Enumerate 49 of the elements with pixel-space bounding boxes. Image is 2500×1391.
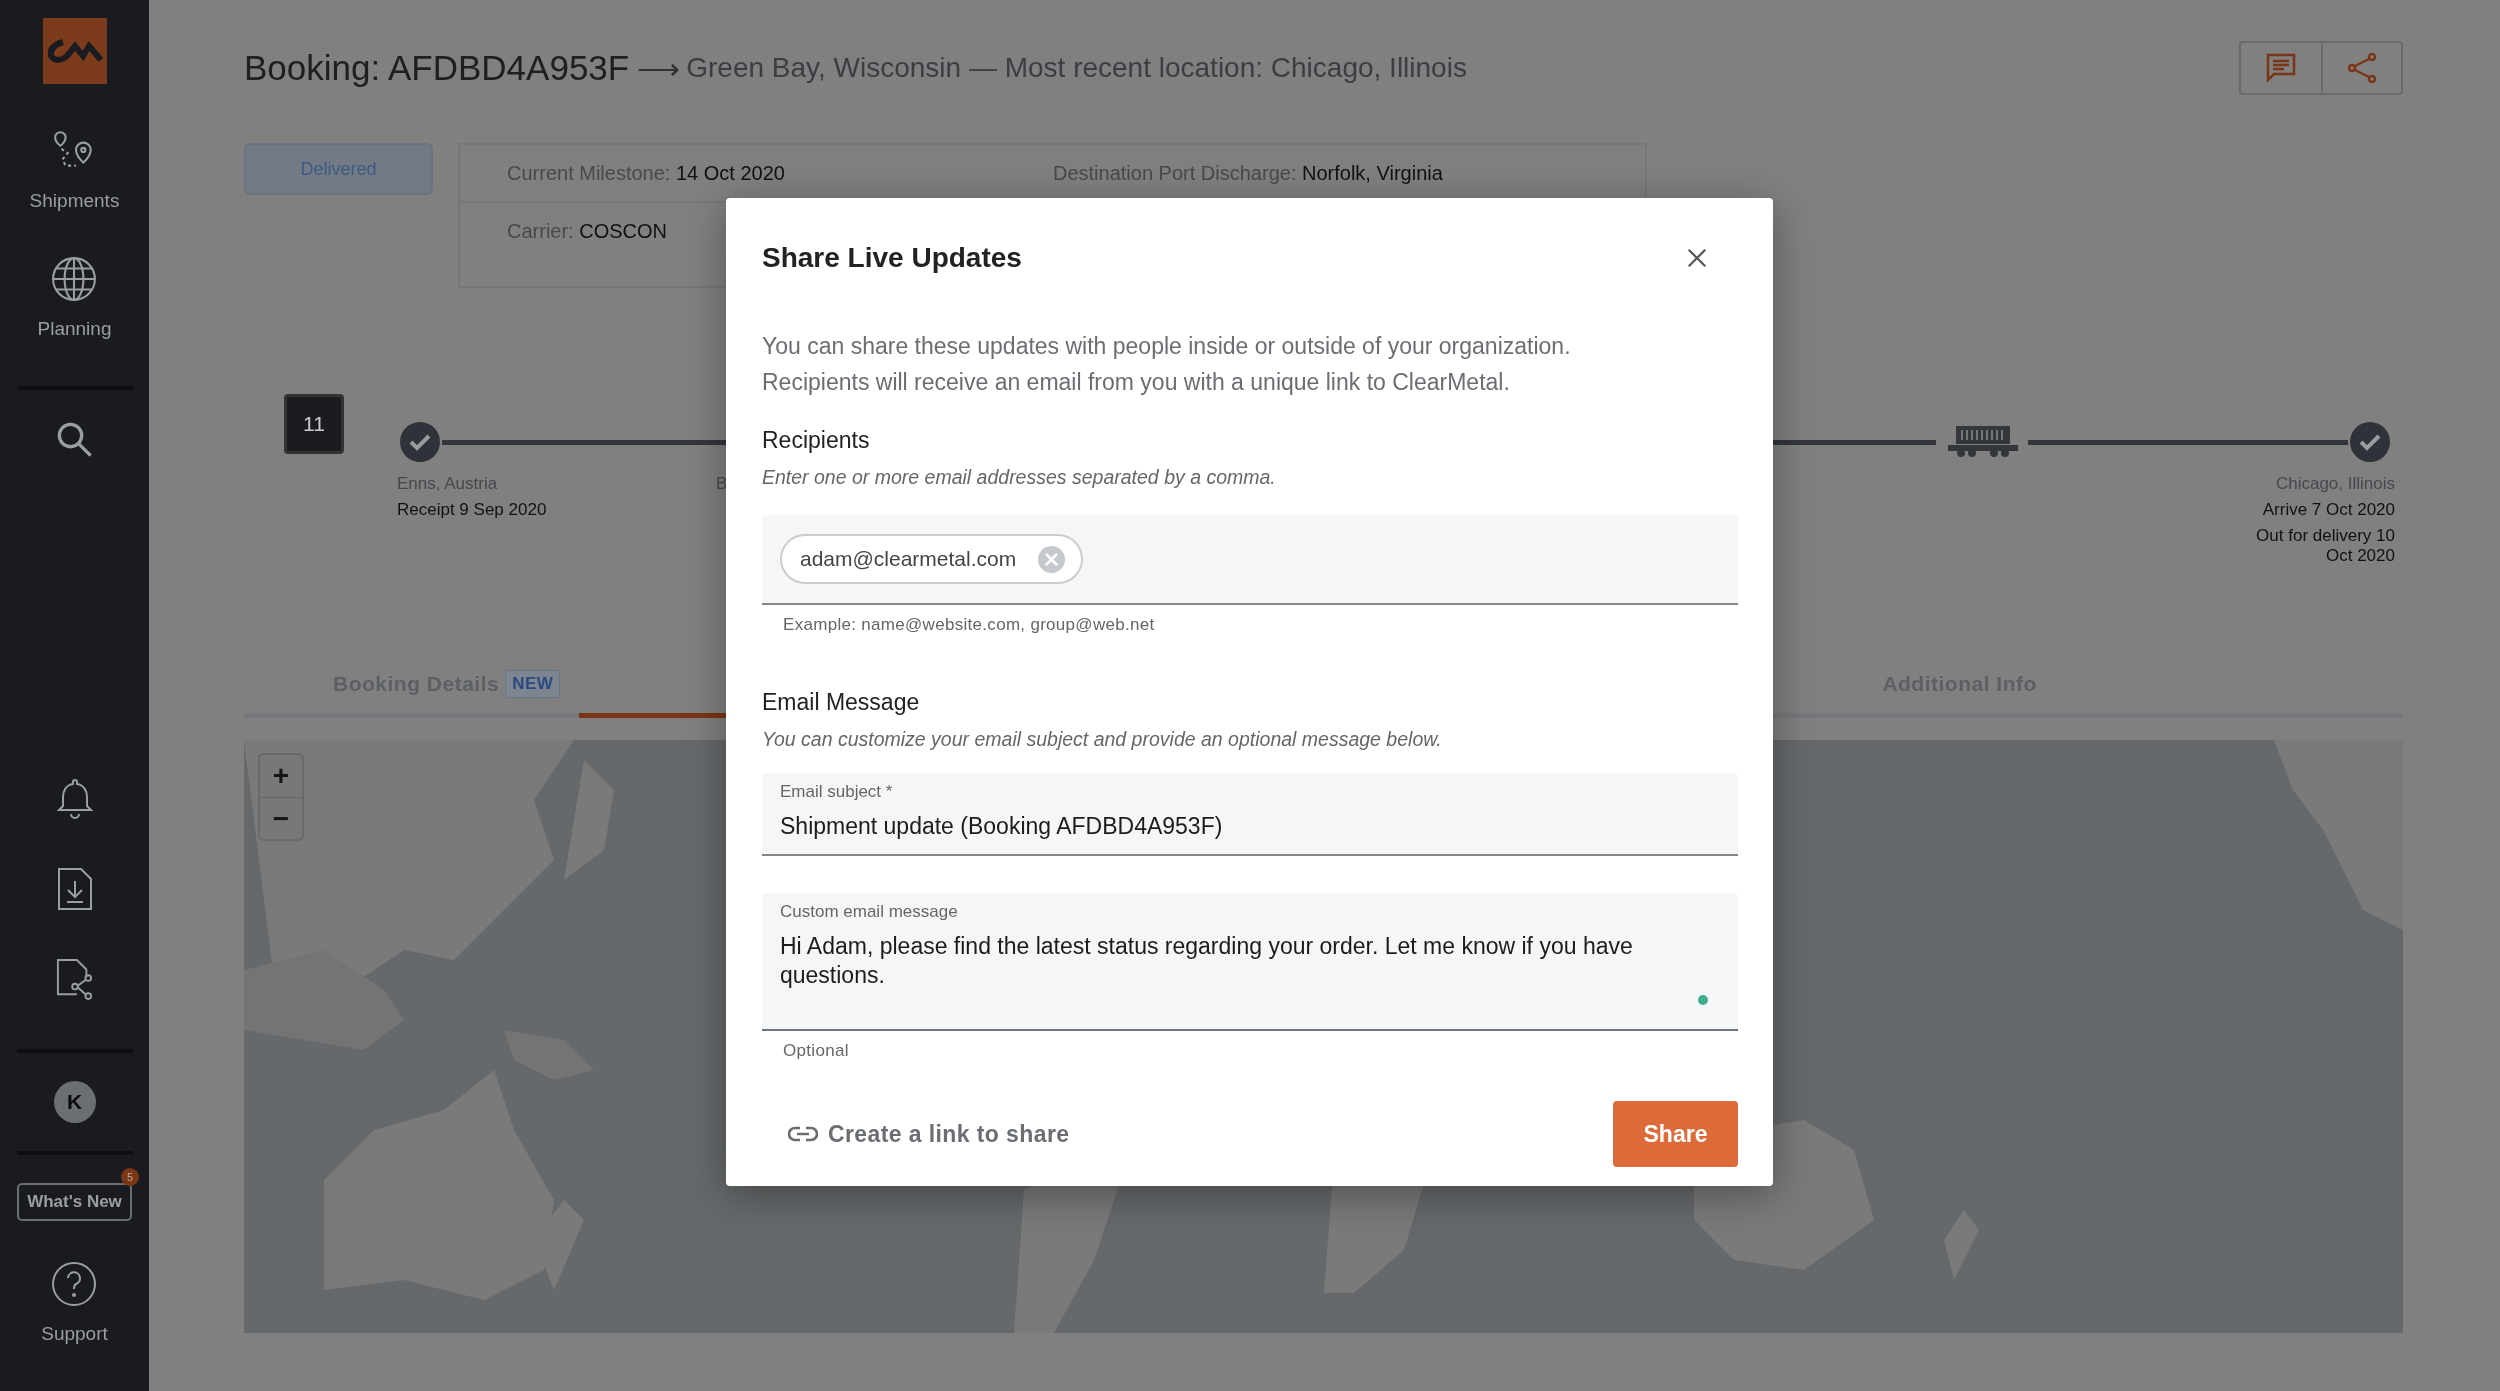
close-icon[interactable]: [1686, 247, 1708, 269]
field-helper: Example: name@website.com, group@web.net: [782, 615, 1156, 635]
info-field: Current Milestone: 14 Oct 2020: [507, 161, 1053, 185]
notification-badge: 5: [121, 1168, 139, 1186]
arrow-icon: ⟶: [637, 50, 681, 86]
user-avatar[interactable]: K: [53, 1081, 96, 1123]
dialog-title: Share Live Updates: [762, 242, 1022, 274]
create-link-button[interactable]: Create a link to share: [788, 1120, 1070, 1148]
stop-event: Arrive 7 Oct 2020: [2262, 500, 2395, 520]
recipients-field[interactable]: adam@clearmetal.com: [762, 515, 1738, 605]
info-field: Carrier: COSCON: [507, 219, 1053, 243]
stop-event: Out for delivery 10 Oct 2020: [2255, 526, 2395, 566]
zoom-in-button[interactable]: +: [260, 755, 302, 797]
section-hint: You can customize your email subject and provide an optional message below.: [762, 728, 1443, 751]
zoom-out-button[interactable]: −: [260, 797, 302, 839]
comment-icon: [2265, 52, 2297, 84]
dialog-description: You can share these updates with people inside or outside of your organization. Recipients will receive an email from you with a unique link to ClearMetal.: [762, 332, 1572, 397]
route-text: Green Bay, Wisconsin — Most recent location: Chicago, Illinois: [686, 52, 1467, 84]
share-submit-button[interactable]: Share: [1613, 1101, 1738, 1167]
share-icon: [2346, 52, 2378, 84]
section-label: Email Message: [762, 689, 921, 716]
link-icon: [788, 1126, 818, 1142]
booking-title: Booking: AFDBD4A953F: [244, 48, 630, 88]
nav-item[interactable]: Planning: [37, 256, 112, 340]
globe-icon: [51, 256, 98, 302]
stop-event: Receipt 9 Sep 2020: [397, 500, 548, 520]
field-label: Email subject *: [780, 782, 894, 802]
help-icon: [51, 1261, 98, 1307]
nav-item[interactable]: Shipments: [29, 128, 120, 212]
section-label: Recipients: [762, 427, 871, 454]
bell-icon[interactable]: [55, 777, 94, 821]
subject-field[interactable]: Email subject * Shipment update (Booking AFDBD4A953F): [762, 773, 1738, 856]
support-item[interactable]: Support: [41, 1261, 108, 1345]
file-download-icon[interactable]: [55, 867, 94, 911]
message-field[interactable]: Custom email message Hi Adam, please find the latest status regarding your order. Let me know if you have questions.: [762, 893, 1738, 1031]
stop-place: Chicago, Illinois: [2275, 474, 2395, 494]
day-badge: 11: [284, 394, 344, 454]
section-hint: Enter one or more email addresses separated by a comma.: [762, 466, 1277, 489]
email-chip: adam@clearmetal.com: [780, 534, 1084, 584]
stop-place: Enns, Austria: [397, 474, 499, 494]
railcar-icon: [1948, 426, 2018, 458]
field-value: Hi Adam, please find the latest status regarding your order. Let me know if you have questions.: [780, 932, 1634, 990]
field-helper: Optional: [782, 1041, 850, 1061]
info-field: Destination Port Discharge: Norfolk, Virginia: [1053, 161, 1599, 185]
file-share-icon[interactable]: [55, 957, 94, 1001]
status-dot-icon: [1698, 995, 1708, 1005]
whats-new-button[interactable]: What's New: [17, 1183, 132, 1221]
field-label: Custom email message: [780, 902, 959, 922]
field-value: Shipment update (Booking AFDBD4A953F): [780, 812, 1224, 841]
